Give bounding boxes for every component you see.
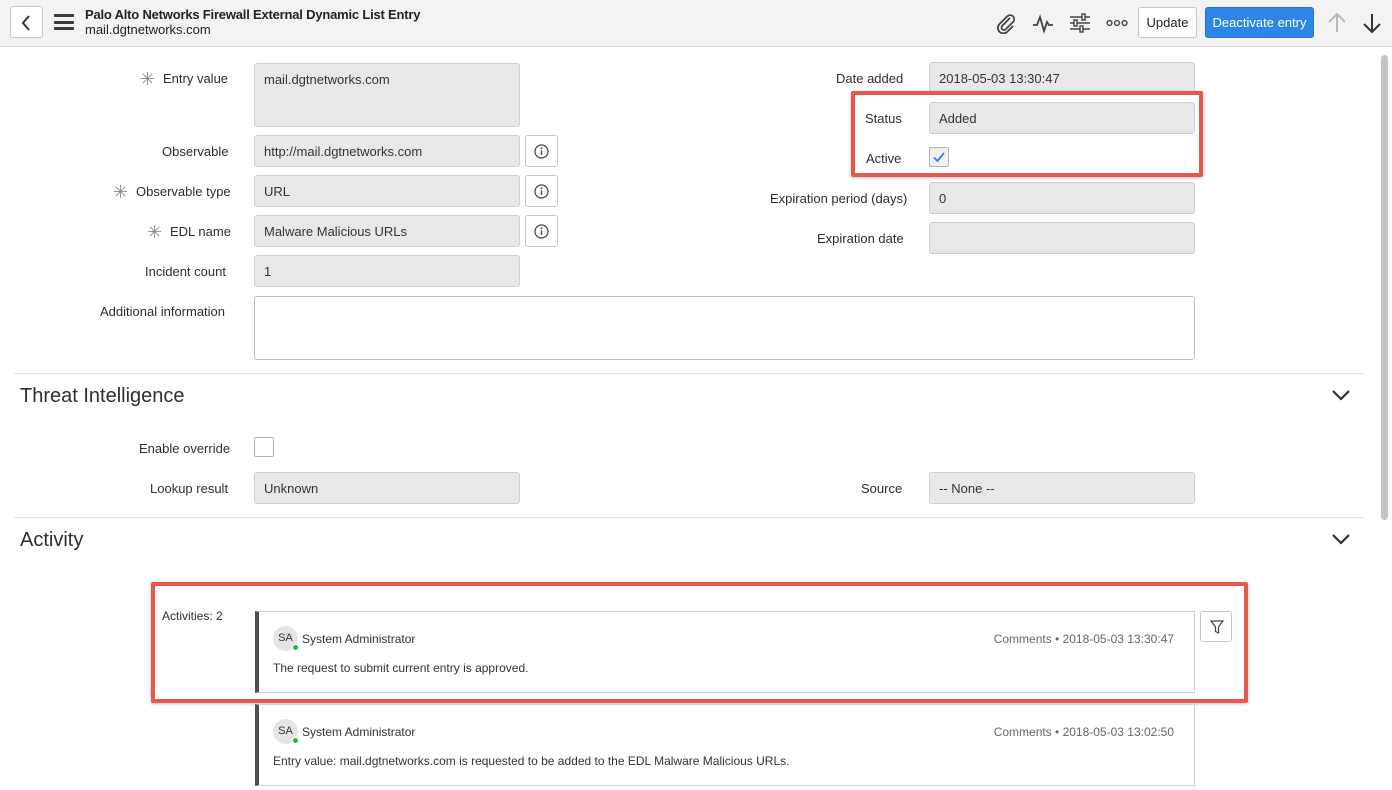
info-icon: [534, 224, 549, 239]
observable-type-label: Observable type: [136, 184, 231, 199]
page-title: Palo Alto Networks Firewall External Dyn…: [85, 7, 421, 22]
activity-text: Entry value: mail.dgtnetworks.com is req…: [273, 754, 790, 768]
back-button[interactable]: [10, 6, 43, 38]
lookup-result-field[interactable]: Unknown: [254, 472, 520, 504]
section-divider: [14, 373, 1364, 374]
edl-name-label: EDL name: [170, 224, 231, 239]
deactivate-entry-button[interactable]: Deactivate entry: [1205, 7, 1314, 38]
additional-information-field[interactable]: [254, 296, 1195, 360]
source-field[interactable]: -- None --: [929, 472, 1195, 504]
info-icon: [534, 184, 549, 199]
observable-info-button[interactable]: [525, 135, 558, 167]
activity-icon[interactable]: [1032, 12, 1054, 34]
date-added-field[interactable]: 2018-05-03 13:30:47: [929, 62, 1195, 94]
observable-type-info-button[interactable]: [525, 175, 558, 207]
required-marker: ✳: [140, 69, 156, 89]
activity-filter-button[interactable]: [1200, 611, 1232, 642]
form-header: Palo Alto Networks Firewall External Dyn…: [0, 0, 1392, 47]
chevron-down-icon[interactable]: [1331, 533, 1351, 545]
expiration-date-label: Expiration date: [817, 231, 904, 246]
observable-field[interactable]: http://mail.dgtnetworks.com: [254, 135, 520, 167]
edl-name-info-button[interactable]: [525, 215, 558, 247]
section-divider: [14, 517, 1364, 518]
expiration-period-field[interactable]: 0: [929, 182, 1195, 214]
activity-user: System Administrator: [302, 725, 416, 739]
additional-information-label: Additional information: [100, 304, 226, 319]
activity-meta: Comments • 2018-05-03 13:02:50: [993, 725, 1174, 739]
activities-count: Activities: 2: [162, 609, 223, 623]
arrow-down-icon[interactable]: [1361, 12, 1383, 34]
chevron-down-icon[interactable]: [1331, 389, 1351, 401]
observable-label: Observable: [162, 144, 229, 159]
required-marker: ✳: [147, 222, 163, 242]
arrow-up-icon[interactable]: [1326, 12, 1348, 34]
scrollbar[interactable]: [1381, 55, 1388, 520]
threat-intelligence-title: Threat Intelligence: [20, 385, 185, 407]
incident-count-label: Incident count: [145, 264, 226, 279]
date-added-label: Date added: [836, 71, 904, 86]
expiration-date-field[interactable]: [929, 222, 1195, 254]
incident-count-field[interactable]: 1: [254, 255, 520, 287]
status-label: Status: [865, 111, 902, 126]
activity-entry: SA System Administrator Comments • 2018-…: [255, 611, 1195, 693]
entry-value-field[interactable]: mail.dgtnetworks.com: [254, 63, 520, 127]
menu-icon[interactable]: [54, 14, 74, 30]
page-subtitle: mail.dgtnetworks.com: [85, 22, 211, 37]
enable-override-label: Enable override: [139, 441, 231, 456]
sliders-icon[interactable]: [1069, 12, 1091, 34]
activity-text: The request to submit current entry is a…: [273, 661, 529, 675]
edl-name-field[interactable]: Malware Malicious URLs: [254, 215, 520, 247]
presence-indicator: [292, 737, 299, 744]
activity-title: Activity: [20, 529, 84, 551]
activity-entry: SA System Administrator Comments • 2018-…: [255, 704, 1195, 786]
avatar: SA: [273, 626, 299, 651]
expiration-period-label: Expiration period (days): [770, 191, 908, 206]
required-marker: ✳: [113, 182, 129, 202]
active-label: Active: [866, 151, 902, 166]
activity-user: System Administrator: [302, 632, 416, 646]
source-label: Source: [861, 481, 903, 496]
activity-meta: Comments • 2018-05-03 13:30:47: [993, 632, 1174, 646]
more-icon[interactable]: [1106, 12, 1128, 34]
info-icon: [534, 144, 549, 159]
lookup-result-label: Lookup result: [150, 481, 229, 496]
avatar: SA: [273, 719, 299, 744]
entry-value-label: Entry value: [163, 71, 229, 86]
active-checkbox[interactable]: [929, 147, 949, 167]
title-block: Palo Alto Networks Firewall External Dyn…: [85, 7, 420, 37]
enable-override-checkbox[interactable]: [254, 437, 274, 457]
checkmark-icon: [933, 152, 945, 163]
filter-icon: [1210, 620, 1224, 634]
presence-indicator: [292, 644, 299, 651]
paperclip-icon[interactable]: [995, 12, 1017, 34]
observable-type-field[interactable]: URL: [254, 175, 520, 207]
back-icon: [21, 15, 30, 31]
status-field[interactable]: Added: [929, 102, 1195, 134]
update-button[interactable]: Update: [1138, 7, 1197, 38]
